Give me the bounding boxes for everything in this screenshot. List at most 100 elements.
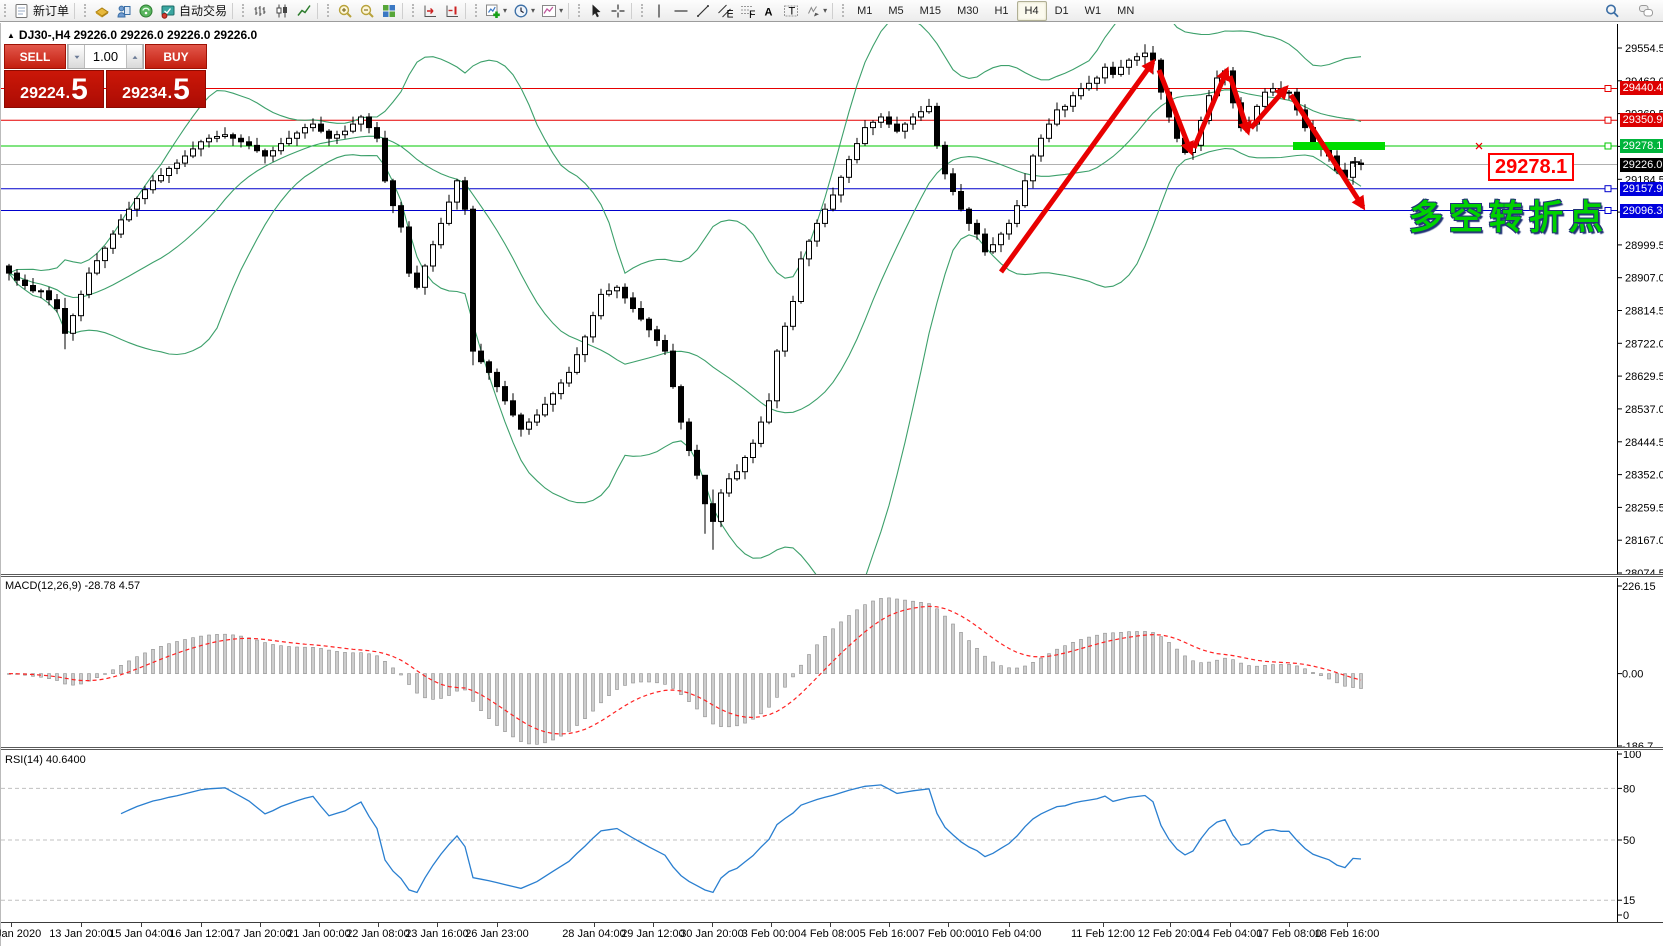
horizontal-line-icon xyxy=(674,9,688,12)
macd-label: MACD(12,26,9) -28.78 4.57 xyxy=(5,580,141,592)
candle xyxy=(1046,123,1052,139)
navigator-button[interactable] xyxy=(135,1,157,21)
toolbar-grip[interactable] xyxy=(84,4,87,17)
zoom-out-button[interactable] xyxy=(356,1,378,21)
timeframe-h4-button[interactable]: H4 xyxy=(1016,0,1047,21)
toolbar-grip[interactable] xyxy=(412,4,415,17)
candle xyxy=(814,222,820,242)
crosshair-button[interactable] xyxy=(607,1,629,21)
candle xyxy=(806,240,812,260)
timeframe-w1-button[interactable]: W1 xyxy=(1077,1,1110,21)
dropdown-arrow-icon[interactable]: ▾ xyxy=(559,6,563,15)
level-endpoint-marker[interactable] xyxy=(1604,85,1612,92)
toolbar-group-3 xyxy=(323,0,408,22)
level-endpoint-marker[interactable] xyxy=(1604,116,1612,124)
level-endpoint-marker[interactable] xyxy=(1604,142,1612,150)
cursor-icon xyxy=(592,4,601,17)
rsi-tick-label: 80 xyxy=(1623,783,1635,795)
candle xyxy=(598,293,604,317)
candle xyxy=(222,134,228,137)
timeframe-m5-button[interactable]: M5 xyxy=(880,1,911,21)
line-chart-button[interactable] xyxy=(293,1,315,21)
buy-price[interactable]: 29234. 5 xyxy=(106,70,206,108)
price-callout-box[interactable]: 29278.1 xyxy=(1488,153,1575,181)
timeframe-h1-button[interactable]: H1 xyxy=(986,1,1016,21)
rsi-panel-separator[interactable] xyxy=(1,747,1663,750)
time-axis-tick xyxy=(653,923,654,927)
dropdown-arrow-icon[interactable]: ▾ xyxy=(823,6,827,15)
toolbar-grip[interactable] xyxy=(641,4,644,17)
timeframe-m15-button[interactable]: M15 xyxy=(912,1,949,21)
auto-scroll-button[interactable] xyxy=(419,1,441,21)
cursor-button[interactable] xyxy=(585,1,607,21)
timeframe-m1-button[interactable]: M1 xyxy=(849,1,880,21)
toolbar-grip[interactable] xyxy=(578,4,581,17)
search-button[interactable] xyxy=(1601,1,1623,21)
trend-arrow[interactable] xyxy=(1191,66,1230,149)
dropdown-arrow-icon[interactable]: ▾ xyxy=(503,6,507,15)
candlestick-chart-button[interactable] xyxy=(271,1,293,21)
chart-shift-button[interactable] xyxy=(441,1,463,21)
arrows-button[interactable]: ▾ xyxy=(802,1,830,21)
periods-button[interactable]: ▾ xyxy=(510,1,538,21)
chart-window[interactable]: ▲ DJ30-,H4 29226.0 29226.0 29226.0 29226.… xyxy=(0,23,1663,946)
rsi-canvas[interactable]: 100 80 50 15 0 xyxy=(1,751,1663,922)
trendline-button[interactable] xyxy=(692,1,714,21)
data-window-button[interactable] xyxy=(113,1,135,21)
toolbar-grip[interactable] xyxy=(242,4,245,17)
sell-button[interactable]: SELL xyxy=(4,44,66,69)
bar-chart-button[interactable] xyxy=(249,1,271,21)
zoom-in-button[interactable] xyxy=(334,1,356,21)
macd-panel-separator[interactable] xyxy=(1,574,1663,577)
timeframe-d1-button[interactable]: D1 xyxy=(1047,1,1077,21)
toolbar-grip[interactable] xyxy=(4,4,7,17)
time-axis[interactable]: 10 Jan 2020 13 Jan 20:0015 Jan 04:0016 Ja… xyxy=(0,922,1663,946)
text-label-button[interactable]: T xyxy=(780,1,802,21)
toolbar-grip[interactable] xyxy=(842,4,845,17)
volume-increase-button[interactable] xyxy=(126,45,143,68)
market-watch-button[interactable] xyxy=(91,1,113,21)
templates-button[interactable]: ▾ xyxy=(538,1,566,21)
volume-input[interactable]: 1.00 xyxy=(85,45,126,68)
fibonacci-button[interactable]: F xyxy=(736,1,758,21)
candle xyxy=(166,167,172,176)
timeframe-mn-button[interactable]: MN xyxy=(1109,1,1142,21)
indicators-button[interactable]: ▾ xyxy=(482,1,510,21)
toolbar-grip[interactable] xyxy=(475,4,478,17)
candle xyxy=(1126,59,1132,68)
tile-windows-button[interactable] xyxy=(378,1,400,21)
candle xyxy=(366,116,372,129)
candle xyxy=(478,350,484,363)
candle xyxy=(1078,88,1084,97)
collapse-chart-icon[interactable]: ▲ xyxy=(7,31,15,40)
price-tick-label: 28722.0 xyxy=(1625,338,1663,350)
vertical-line-button[interactable] xyxy=(648,1,670,21)
main-chart-canvas[interactable]: 29554.529462.029369.529277.029184.529092… xyxy=(1,24,1663,575)
chat-button[interactable] xyxy=(1635,1,1657,21)
one-click-trading-panel: SELL 1.00 BUY 29224. 5 29234. 5 xyxy=(4,44,207,108)
candle xyxy=(382,137,388,182)
candle xyxy=(1262,91,1268,107)
horizontal-line-button[interactable] xyxy=(670,1,692,21)
autotrading-button[interactable]: 自动交易 xyxy=(157,1,230,21)
text-button[interactable]: A xyxy=(758,1,780,21)
support-highlight-bar[interactable] xyxy=(1293,142,1385,150)
volume-decrease-button[interactable] xyxy=(68,45,85,68)
candle xyxy=(542,403,548,416)
turning-point-note[interactable]: 多空转折点 xyxy=(1409,190,1609,239)
timeframe-m30-button[interactable]: M30 xyxy=(949,1,986,21)
candle xyxy=(1102,66,1108,79)
trend-arrow[interactable] xyxy=(1288,93,1366,211)
macd-canvas[interactable]: 226.150.00-186.7 xyxy=(1,578,1663,748)
trend-arrow[interactable] xyxy=(1156,69,1194,156)
toolbar-grip[interactable] xyxy=(327,4,330,17)
dropdown-arrow-icon[interactable]: ▾ xyxy=(531,6,535,15)
candle xyxy=(870,121,876,129)
new-order-button[interactable]: 新订单 xyxy=(11,1,72,21)
candle xyxy=(270,150,276,157)
buy-button[interactable]: BUY xyxy=(145,44,207,69)
sell-price[interactable]: 29224. 5 xyxy=(4,70,104,108)
trend-arrow[interactable] xyxy=(998,58,1156,274)
equidistant-channel-button[interactable]: E xyxy=(714,1,736,21)
price-tick-label: 28537.0 xyxy=(1625,404,1663,416)
